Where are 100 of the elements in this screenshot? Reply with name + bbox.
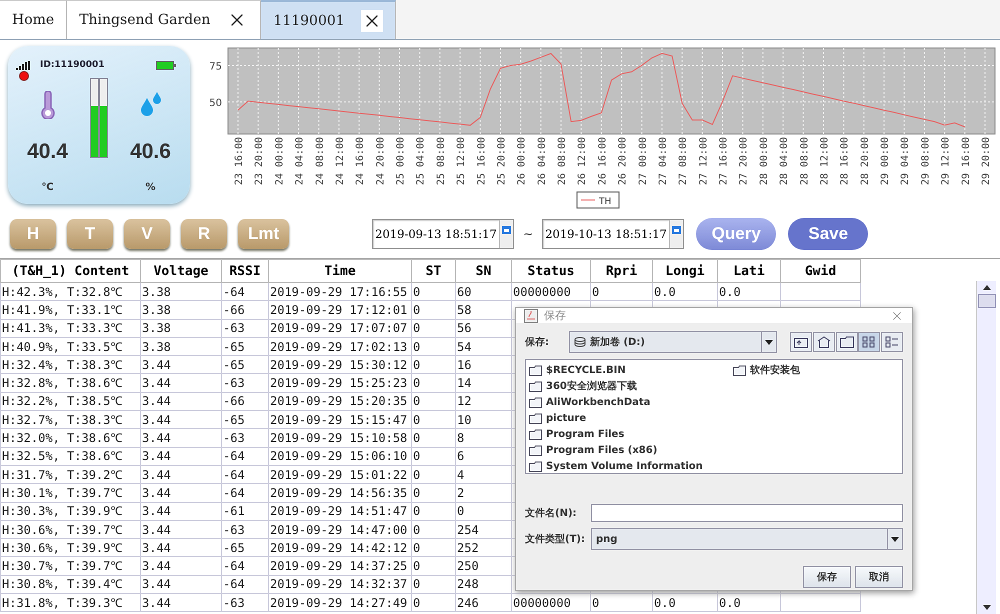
folder-icon <box>529 396 543 408</box>
tab[interactable]: Home <box>0 0 68 39</box>
column-header[interactable]: Time <box>268 260 412 282</box>
table-cell: 2019-09-29 15:15:47 <box>268 410 412 429</box>
x-tick-label: 24 20:00 <box>375 137 386 186</box>
column-header[interactable]: ST <box>412 260 456 282</box>
file-item[interactable]: System Volume Information <box>529 458 703 474</box>
toolbar-button[interactable] <box>836 332 858 352</box>
column-header[interactable]: Lati <box>718 260 780 282</box>
table-cell: 54 <box>456 337 512 356</box>
column-header[interactable]: Gwid <box>780 260 860 282</box>
column-header[interactable]: Longi <box>652 260 718 282</box>
x-tick-label: 29 04:00 <box>900 137 912 186</box>
column-header[interactable]: Voltage <box>140 260 222 282</box>
column-header[interactable]: SN <box>456 260 512 282</box>
x-tick-label: 27 00:00 <box>638 137 649 186</box>
x-tick-label: 27 08:00 <box>678 137 690 186</box>
filetype-dropdown[interactable]: png <box>591 528 903 550</box>
temperature-unit: ℃ <box>41 182 54 192</box>
table-cell: -65 <box>222 538 268 557</box>
folder-icon <box>529 460 543 472</box>
table-cell: 0 <box>412 392 456 411</box>
table-cell: 0 <box>412 428 456 448</box>
file-item[interactable]: 软件安装包 <box>732 362 800 378</box>
table-cell: 58 <box>456 300 512 320</box>
filename-field[interactable] <box>591 504 903 522</box>
table-cell: H:30.6%, T:39.7℃ <box>0 520 140 539</box>
x-tick-label: 26 16:00 <box>597 137 608 186</box>
table-cell: 252 <box>456 538 512 557</box>
calendar-icon[interactable] <box>502 226 512 234</box>
location-dropdown[interactable]: 新加卷 (D:) <box>569 331 777 353</box>
column-header[interactable]: (T&H_1) Content <box>0 260 140 282</box>
table-cell: H:30.3%, T:39.9℃ <box>0 502 140 520</box>
scroll-up-icon[interactable] <box>982 285 990 290</box>
table-cell: 2019-09-29 15:10:58 <box>268 428 412 448</box>
location-label: 保存: <box>525 336 550 349</box>
start-date-field[interactable]: 2019-09-13 18:51:17 <box>372 219 514 249</box>
toolbar-button[interactable] <box>790 332 812 352</box>
table-cell: 0 <box>412 520 456 539</box>
x-tick-label: 27 20:00 <box>738 137 750 186</box>
file-item[interactable]: 360安全浏览器下载 <box>529 378 703 394</box>
end-date-field[interactable]: 2019-10-13 18:51:17 <box>542 219 684 249</box>
table-cell: 2019-09-29 14:51:47 <box>268 502 412 520</box>
table-cell: H:32.2%, T:38.5℃ <box>0 392 140 411</box>
table-cell: 0 <box>412 556 456 576</box>
table-cell: 56 <box>456 319 512 338</box>
file-item[interactable]: Program Files (x86) <box>529 442 703 458</box>
dialog-button[interactable]: 保存 <box>803 566 851 588</box>
column-header[interactable]: RSSI <box>222 260 268 282</box>
calendar-icon[interactable] <box>672 226 682 234</box>
table-cell: -63 <box>222 319 268 338</box>
home-icon <box>817 336 831 348</box>
column-header[interactable]: Status <box>512 260 590 282</box>
x-tick-label: 29 08:00 <box>920 137 932 186</box>
table-cell: 3.44 <box>140 465 222 484</box>
table-cell: -65 <box>222 356 268 374</box>
table-cell: -61 <box>222 502 268 520</box>
toolbar-button[interactable] <box>813 332 835 352</box>
column-header[interactable]: Rpri <box>590 260 652 282</box>
table-cell: 3.44 <box>140 410 222 429</box>
dialog-button[interactable]: 取消 <box>855 566 903 588</box>
x-tick-label: 28 12:00 <box>819 137 830 186</box>
signal-icon <box>16 60 30 70</box>
file-item[interactable]: Program Files <box>529 426 703 442</box>
file-item[interactable]: picture <box>529 410 703 426</box>
scroll-down-icon[interactable] <box>982 605 990 610</box>
table-cell: 3.44 <box>140 538 222 557</box>
x-tick-label: 28 16:00 <box>840 137 851 186</box>
table-cell: H:30.7%, T:39.7℃ <box>0 556 140 576</box>
x-tick-label: 25 08:00 <box>436 137 447 186</box>
table-cell: H:41.3%, T:33.3℃ <box>0 319 140 338</box>
table-cell: H:31.8%, T:39.3℃ <box>0 594 140 612</box>
table-cell: -64 <box>222 575 268 594</box>
status-dot-icon <box>19 71 29 81</box>
table-cell: 3.44 <box>140 428 222 448</box>
water-drops-icon <box>138 92 162 118</box>
legend-label: TH <box>598 197 612 207</box>
x-tick-label: 25 00:00 <box>396 137 407 186</box>
file-item[interactable]: $RECYCLE.BIN <box>529 362 703 378</box>
table-cell: 248 <box>456 575 512 594</box>
table-cell: -63 <box>222 520 268 539</box>
scroll-thumb[interactable] <box>978 294 996 308</box>
tab[interactable]: Thingsend Garden <box>67 0 262 39</box>
y-tick-label: 75 <box>209 62 222 72</box>
tab[interactable]: 11190001 <box>261 0 396 39</box>
x-tick-label: 25 04:00 <box>416 137 427 186</box>
file-item[interactable]: AliWorkbenchData <box>529 394 703 410</box>
x-tick-label: 29 20:00 <box>981 137 992 186</box>
table-cell: 0 <box>412 538 456 557</box>
table-cell: H:30.1%, T:39.7℃ <box>0 484 140 502</box>
drive-icon <box>574 337 586 347</box>
save-button[interactable]: Save <box>788 218 868 250</box>
table-cell: -66 <box>222 300 268 320</box>
table-cell: 250 <box>456 556 512 576</box>
table-cell: 10 <box>456 410 512 429</box>
table-cell: H:41.9%, T:33.1℃ <box>0 300 140 320</box>
scrollbar[interactable] <box>976 281 996 614</box>
toolbar-button[interactable] <box>858 332 880 352</box>
table-cell: 0 <box>456 502 512 520</box>
toolbar-button[interactable] <box>881 332 903 352</box>
